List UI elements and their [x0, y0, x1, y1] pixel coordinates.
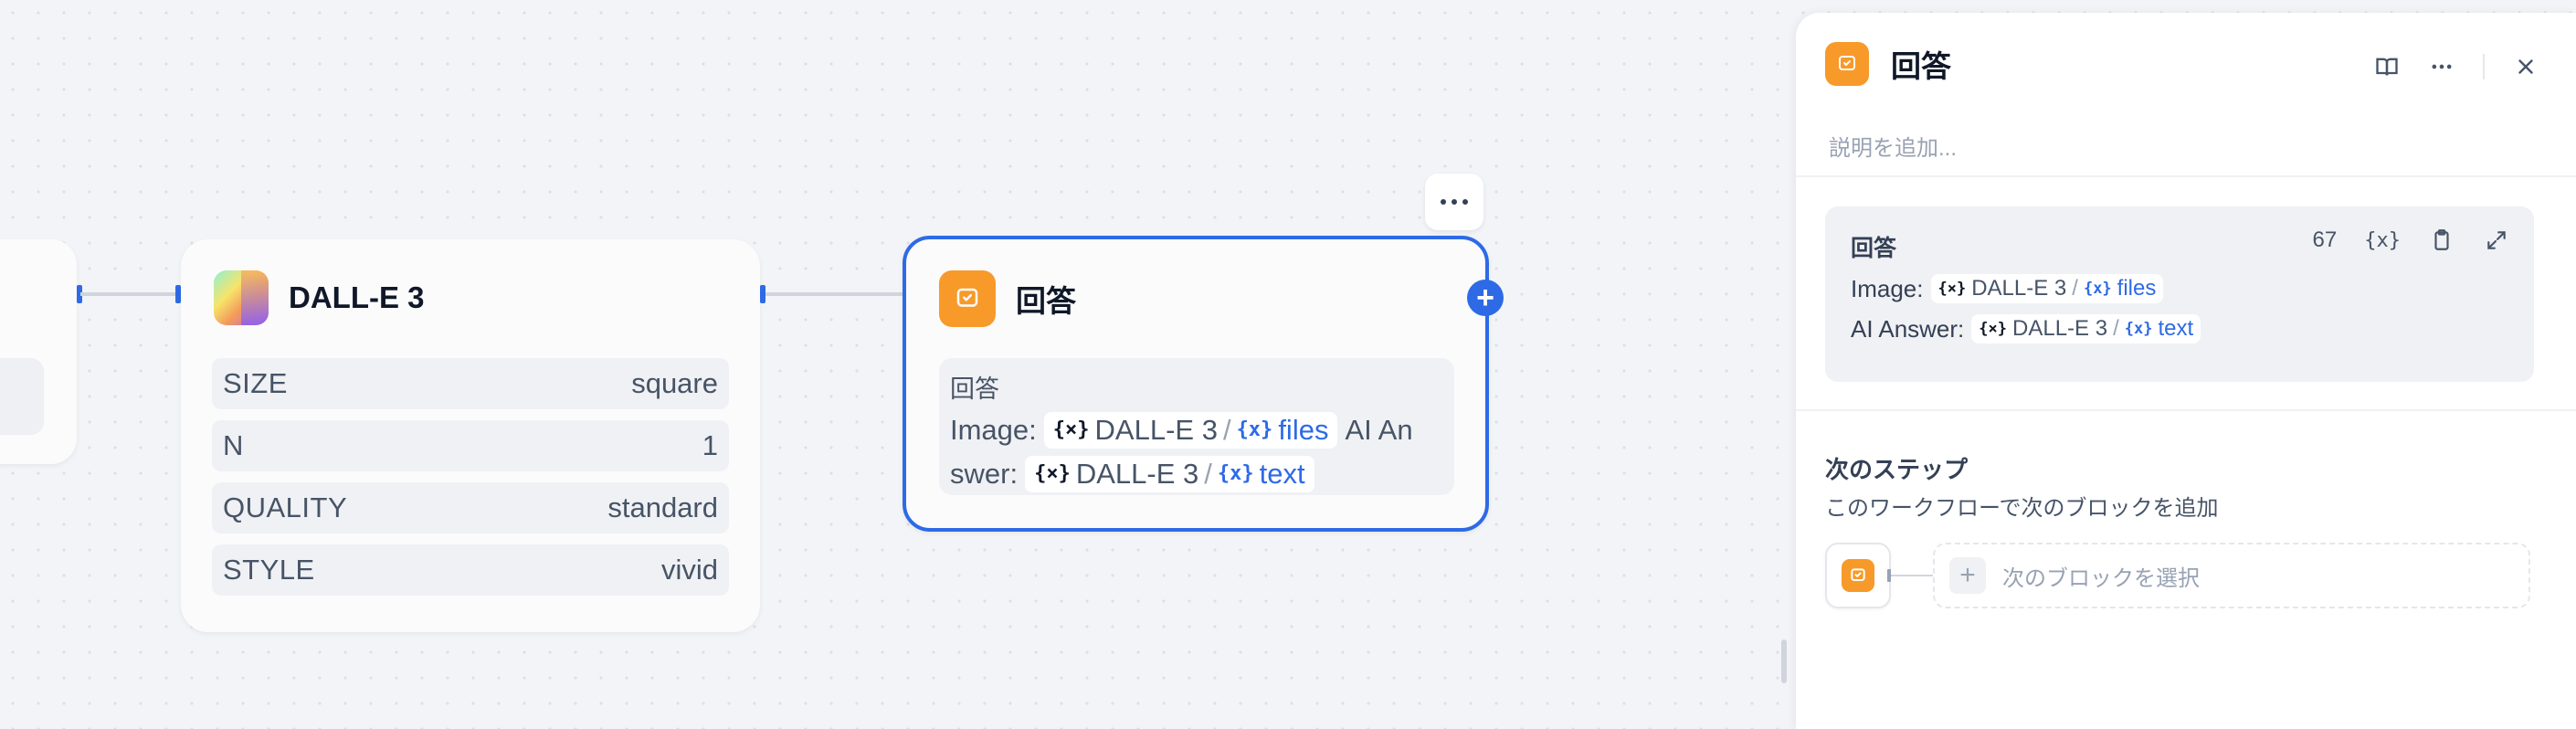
variable-type-icon: {x} — [2083, 280, 2112, 298]
param-key: QUALITY — [223, 491, 348, 523]
answer-editor-tools: 67 {x} — [2313, 227, 2510, 254]
next-step-title: 次のステップ — [1825, 456, 1969, 483]
variable-chip-text: {×} DALL-E 3 / {x} text — [1025, 456, 1314, 492]
dalle-node-title: DALL-E 3 — [289, 280, 425, 314]
description-input[interactable]: 説明を追加... — [1829, 130, 1957, 162]
variable-source: DALL-E 3 — [1971, 276, 2067, 301]
panel-header: 回答 — [1825, 42, 1951, 86]
answer-editor-line-image: Image: {×} DALL-E 3 / {x} files — [1851, 274, 2508, 303]
expand-icon[interactable] — [2483, 227, 2510, 254]
add-next-node-button[interactable]: + — [1467, 280, 1504, 316]
dalle-param-list: SIZE square N 1 QUALITY standard STYLE v… — [212, 358, 729, 596]
variable-separator: / — [2113, 316, 2119, 341]
answer-node-body: 回答 Image: {×} DALL-E 3 / {x} files AI An… — [939, 358, 1454, 495]
variable-icon: {×} — [1979, 320, 2007, 338]
line-prefix: swer: — [950, 458, 1019, 490]
answer-node-header: 回答 — [939, 270, 1076, 327]
param-value: standard — [607, 491, 718, 523]
panel-title[interactable]: 回答 — [1891, 42, 1951, 86]
answer-icon — [1825, 42, 1869, 86]
book-icon[interactable] — [2373, 53, 2401, 80]
variable-type-icon: {x} — [2124, 320, 2153, 338]
variable-icon: {×} — [1937, 280, 1967, 298]
variable-chip-files: {×} DALL-E 3 / {x} files — [1930, 274, 2164, 303]
variable-separator: / — [2072, 276, 2078, 301]
answer-icon — [939, 270, 996, 327]
variable-separator: / — [1204, 458, 1212, 490]
insert-variable-icon[interactable]: {x} — [2364, 229, 2401, 252]
variable-name: text — [2158, 316, 2194, 341]
dalle-node-header: DALL-E 3 — [214, 270, 425, 325]
param-value: square — [631, 367, 718, 399]
close-icon[interactable] — [2512, 53, 2539, 80]
next-step-connector — [1887, 569, 1933, 582]
line-prefix: Image: — [950, 414, 1037, 446]
param-value: 1 — [702, 429, 718, 461]
dalle-logo-icon — [214, 270, 269, 325]
next-step-subtitle: このワークフローで次のブロックを追加 — [1825, 496, 2219, 521]
clipboard-icon[interactable] — [2428, 227, 2455, 254]
variable-name: files — [2117, 276, 2157, 301]
param-row-n: N 1 — [212, 420, 729, 471]
previous-node-field — [0, 358, 44, 435]
variable-name: files — [1278, 414, 1329, 446]
variable-source: DALL-E 3 — [1075, 458, 1199, 490]
select-next-block-label: 次のブロックを選択 — [2002, 565, 2200, 591]
line-suffix: AI An — [1345, 414, 1413, 446]
node-more-button[interactable] — [1425, 174, 1483, 230]
param-row-quality: QUALITY standard — [212, 482, 729, 534]
dalle-node[interactable]: DALL-E 3 SIZE square N 1 QUALITY standar… — [181, 239, 760, 632]
workflow-canvas[interactable]: DALL-E 3 SIZE square N 1 QUALITY standar… — [0, 0, 1800, 729]
answer-line-text: swer: {×} DALL-E 3 / {x} text — [950, 452, 1443, 496]
node-config-panel: 回答 説明を追加... 回答 67 {x} Image: {×} DALL-E … — [1796, 13, 2576, 729]
line-label: Image: — [1851, 274, 1924, 302]
variable-type-icon: {x} — [1236, 418, 1273, 441]
panel-divider — [1796, 175, 2576, 177]
more-dot — [1441, 199, 1446, 205]
variable-name: text — [1259, 458, 1305, 490]
current-node-thumbnail — [1825, 543, 1891, 608]
variable-type-icon: {x} — [1217, 462, 1254, 485]
param-value: vivid — [660, 554, 718, 586]
variable-source: DALL-E 3 — [2012, 316, 2108, 341]
more-icon[interactable] — [2428, 53, 2455, 80]
more-dot — [1452, 199, 1457, 205]
edge-previous-to-dalle — [80, 292, 179, 296]
variable-icon: {×} — [1052, 418, 1090, 441]
previous-node[interactable] — [0, 239, 77, 464]
next-step-row: + 次のブロックを選択 — [1825, 543, 2530, 608]
plus-icon: + — [1949, 557, 1986, 594]
answer-icon — [1842, 559, 1874, 592]
actions-divider — [2483, 54, 2485, 79]
answer-line-image: Image: {×} DALL-E 3 / {x} files AI An — [950, 408, 1443, 452]
answer-node-title: 回答 — [1016, 284, 1076, 318]
variable-chip-text: {×} DALL-E 3 / {x} text — [1971, 314, 2201, 343]
line-label: AI Answer: — [1851, 314, 1965, 343]
edge-dalle-to-answer — [765, 292, 904, 296]
answer-body-label: 回答 — [950, 375, 999, 403]
answer-editor[interactable]: 回答 67 {x} Image: {×} DALL-E 3 / {x} file… — [1825, 206, 2534, 382]
panel-actions — [2373, 53, 2539, 80]
param-key: N — [223, 429, 244, 461]
param-row-size: SIZE square — [212, 358, 729, 409]
panel-divider — [1796, 409, 2576, 411]
character-count: 67 — [2312, 227, 2338, 252]
panel-resize-handle[interactable] — [1781, 639, 1787, 683]
variable-source: DALL-E 3 — [1094, 414, 1218, 446]
more-dot — [1462, 199, 1468, 205]
param-key: STYLE — [223, 554, 315, 586]
variable-separator: / — [1222, 414, 1231, 446]
param-key: SIZE — [223, 367, 288, 399]
param-row-style: STYLE vivid — [212, 544, 729, 596]
variable-icon: {×} — [1034, 462, 1071, 485]
answer-node[interactable]: 回答 回答 Image: {×} DALL-E 3 / {x} files AI… — [903, 236, 1489, 532]
answer-editor-line-text: AI Answer: {×} DALL-E 3 / {x} text — [1851, 314, 2508, 343]
variable-chip-files: {×} DALL-E 3 / {x} files — [1043, 412, 1338, 449]
select-next-block-button[interactable]: + 次のブロックを選択 — [1933, 543, 2530, 608]
